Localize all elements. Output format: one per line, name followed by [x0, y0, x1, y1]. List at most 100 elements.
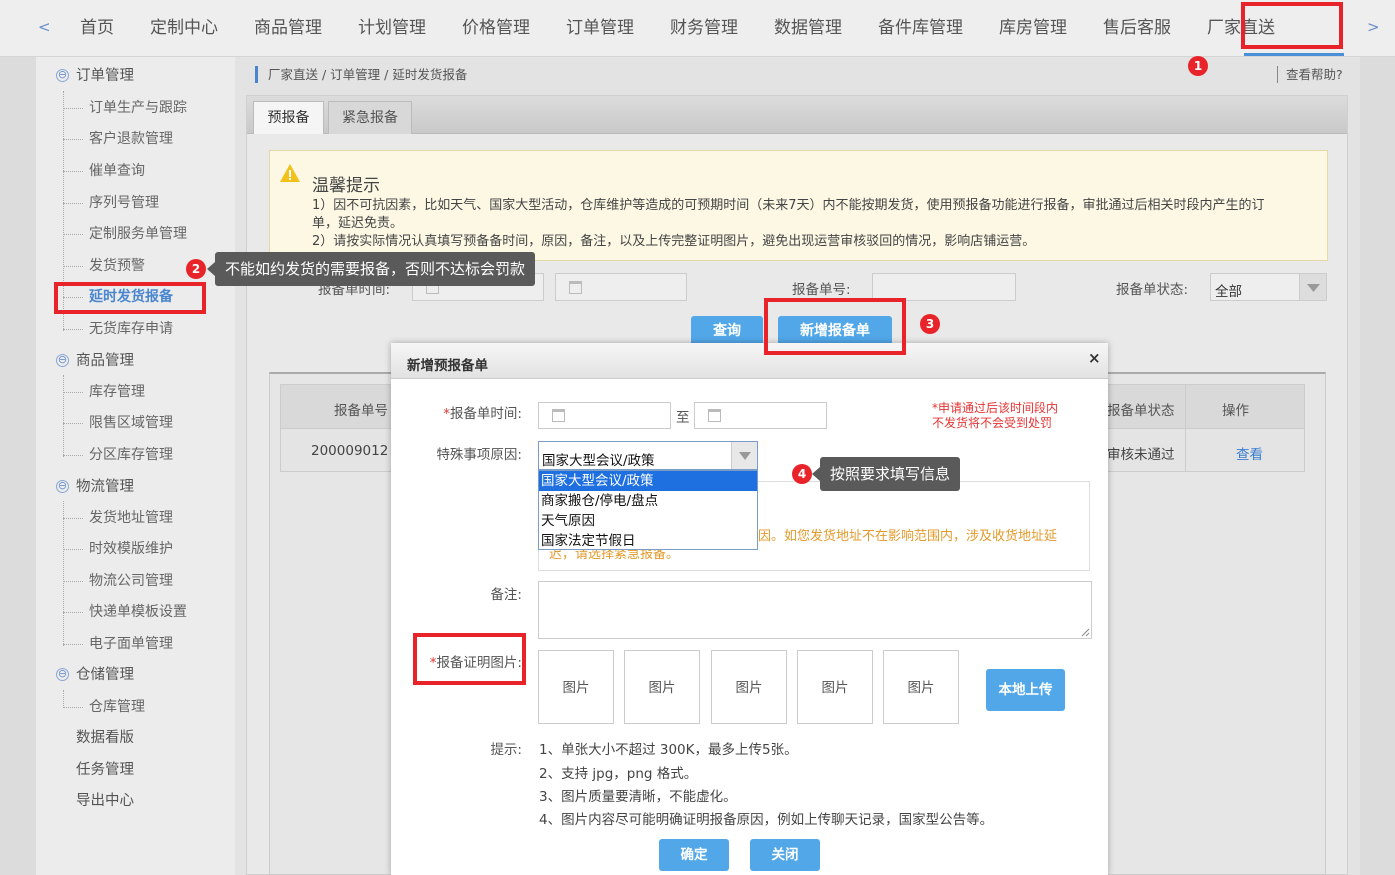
tip-line: 4、图片内容尽可能明确证明报备原因，例如上传聊天记录，国家型公告等。 — [539, 812, 994, 828]
sidebar-item-urge-query[interactable]: 催单查询 — [36, 156, 235, 186]
close-button[interactable]: 关闭 — [750, 839, 820, 871]
reason-option[interactable]: 商家搬仓/停电/盘点 — [539, 491, 757, 511]
sidebar-group-logistics[interactable]: ⊖ 物流管理 — [36, 472, 235, 502]
sidebar-item-refund[interactable]: 客户退款管理 — [36, 124, 235, 154]
highlight-box-pic-label — [413, 633, 526, 685]
tab-urgent-report[interactable]: 紧急报备 — [328, 101, 412, 134]
chevron-down-icon — [1299, 274, 1326, 300]
reason-option[interactable]: 天气原因 — [539, 511, 757, 531]
tip-line: 1、单张大小不超过 300K，最多上传5张。 — [539, 742, 798, 758]
query-button[interactable]: 查询 — [691, 316, 763, 346]
remark-textarea[interactable] — [538, 581, 1092, 639]
step-badge: 1 — [1188, 56, 1208, 76]
close-icon[interactable]: × — [1088, 349, 1101, 367]
filter-number-input[interactable] — [872, 273, 1016, 301]
reason-option[interactable]: 国家大型会议/政策 — [539, 471, 757, 491]
filter-time-end[interactable] — [555, 273, 687, 301]
modal-time-end[interactable] — [694, 402, 827, 429]
picture-slot[interactable]: 图片 — [624, 650, 700, 724]
sidebar-item-custom-service[interactable]: 定制服务单管理 — [36, 219, 235, 249]
modal-title: 新增预报备单 — [407, 358, 488, 374]
top-nav: < 首页 定制中心 商品管理 计划管理 价格管理 订单管理 财务管理 数据管理 … — [0, 0, 1395, 57]
nav-item-spare-parts[interactable]: 备件库管理 — [860, 0, 981, 57]
nav-item-warehouse-mgmt[interactable]: 库房管理 — [981, 0, 1085, 57]
nav-item-plan-mgmt[interactable]: 计划管理 — [340, 0, 444, 57]
tooltip-report-required: 不能如约发货的需要报备，否则不达标会罚款 — [207, 252, 536, 286]
sidebar-item-timeliness-template[interactable]: 时效模版维护 — [36, 534, 235, 564]
sidebar-item-zone-stock[interactable]: 分区库存管理 — [36, 440, 235, 470]
modal-to-label: 至 — [676, 410, 690, 426]
nav-item-price-mgmt[interactable]: 价格管理 — [444, 0, 548, 57]
sidebar-group-product[interactable]: ⊖ 商品管理 — [36, 346, 235, 376]
step-badge: 4 — [792, 464, 812, 484]
nav-item-order-mgmt[interactable]: 订单管理 — [548, 0, 652, 57]
tooltip-fill-info: 按照要求填写信息 — [812, 457, 961, 491]
sidebar-group-order[interactable]: ⊖ 订单管理 — [36, 61, 235, 91]
nav-item-product-mgmt[interactable]: 商品管理 — [236, 0, 340, 57]
sidebar-item-restricted-area[interactable]: 限售区域管理 — [36, 408, 235, 438]
calendar-icon — [552, 409, 565, 422]
sidebar-item-data-board[interactable]: 数据看版 — [36, 723, 235, 753]
reason-select[interactable]: 国家大型会议/政策 — [538, 441, 758, 470]
step-badge: 2 — [186, 259, 206, 279]
local-upload-button[interactable]: 本地上传 — [986, 669, 1065, 711]
collapse-icon: ⊖ — [56, 353, 69, 367]
nav-item-custom-center[interactable]: 定制中心 — [132, 0, 236, 57]
collapse-icon: ⊖ — [56, 68, 69, 82]
reason-dropdown-list: 国家大型会议/政策 商家搬仓/停电/盘点 天气原因 国家法定节假日 — [538, 470, 758, 550]
notice-box: 温馨提示 1）因不可抗因素，比如天气、国家大型活动，仓库维护等造成的可预期时间（… — [269, 150, 1328, 261]
sidebar-item-serial-number[interactable]: 序列号管理 — [36, 188, 235, 218]
table-row-status: 审核未通过 — [1107, 447, 1175, 463]
sidebar-group-storage[interactable]: ⊖ 仓储管理 — [36, 660, 235, 690]
nav-prev-arrow[interactable]: < — [38, 18, 51, 36]
sidebar-item-warehouse[interactable]: 仓库管理 — [36, 692, 235, 722]
picture-slot[interactable]: 图片 — [883, 650, 959, 724]
table-row-number: 200009012 — [311, 443, 389, 459]
picture-slot[interactable]: 图片 — [538, 650, 614, 724]
filter-status-select[interactable]: 全部 — [1210, 273, 1327, 301]
picture-slot[interactable]: 图片 — [797, 650, 873, 724]
tab-bar — [247, 96, 1347, 134]
highlight-box-nav — [1241, 2, 1343, 49]
table-header-status: 报备单状态 — [1107, 403, 1175, 419]
sidebar-item-e-waybill[interactable]: 电子面单管理 — [36, 629, 235, 659]
collapse-icon: ⊖ — [56, 667, 69, 681]
modal-reason-label: 特殊事项原因: — [436, 447, 522, 463]
filter-number-label: 报备单号: — [792, 282, 851, 298]
table-header-number: 报备单号 — [334, 403, 388, 419]
notice-title: 温馨提示 — [312, 176, 380, 196]
sidebar-item-order-tracking[interactable]: 订单生产与跟踪 — [36, 93, 235, 123]
highlight-box-add-button — [764, 298, 906, 355]
breadcrumb: 厂家直送 / 订单管理 / 延时发货报备 — [255, 66, 467, 83]
step-badge: 3 — [920, 314, 940, 334]
nav-item-finance-mgmt[interactable]: 财务管理 — [652, 0, 756, 57]
picture-slot[interactable]: 图片 — [711, 650, 787, 724]
nav-next-arrow[interactable]: > — [1367, 18, 1380, 36]
notice-line: 单，延迟免责。 — [312, 216, 404, 231]
nav-item-home[interactable]: 首页 — [62, 0, 132, 57]
sidebar-item-ship-address[interactable]: 发货地址管理 — [36, 503, 235, 533]
help-link[interactable]: 查看帮助? — [1277, 66, 1343, 83]
sidebar-item-no-stock-apply[interactable]: 无货库存申请 — [36, 314, 235, 344]
modal-time-label: *报备单时间: — [443, 406, 522, 422]
reason-hint-text: 因。如您发货地址不在影响范围内，涉及收货地址延 — [758, 529, 1058, 544]
modal-remark-label: 备注: — [490, 587, 522, 603]
nav-item-after-sales[interactable]: 售后客服 — [1085, 0, 1189, 57]
tip-line: 2、支持 jpg，png 格式。 — [539, 766, 698, 782]
tab-pre-report[interactable]: 预报备 — [253, 101, 324, 134]
modal-time-start[interactable] — [538, 402, 671, 429]
reason-option[interactable]: 国家法定节假日 — [539, 531, 757, 551]
resize-handle-icon[interactable] — [1080, 627, 1090, 637]
sidebar-item-task-mgmt[interactable]: 任务管理 — [36, 755, 235, 785]
nav-item-data-mgmt[interactable]: 数据管理 — [756, 0, 860, 57]
sidebar-item-export-center[interactable]: 导出中心 — [36, 786, 235, 816]
highlight-box-sidebar — [54, 282, 206, 314]
confirm-button[interactable]: 确定 — [659, 839, 729, 871]
calendar-icon — [708, 409, 721, 422]
sidebar-item-stock-mgmt[interactable]: 库存管理 — [36, 377, 235, 407]
warning-icon — [280, 164, 300, 182]
sidebar-item-waybill-template[interactable]: 快递单模板设置 — [36, 597, 235, 627]
sidebar-item-logistics-company[interactable]: 物流公司管理 — [36, 566, 235, 596]
view-link[interactable]: 查看 — [1236, 443, 1263, 463]
table-header-action: 操作 — [1222, 403, 1249, 419]
